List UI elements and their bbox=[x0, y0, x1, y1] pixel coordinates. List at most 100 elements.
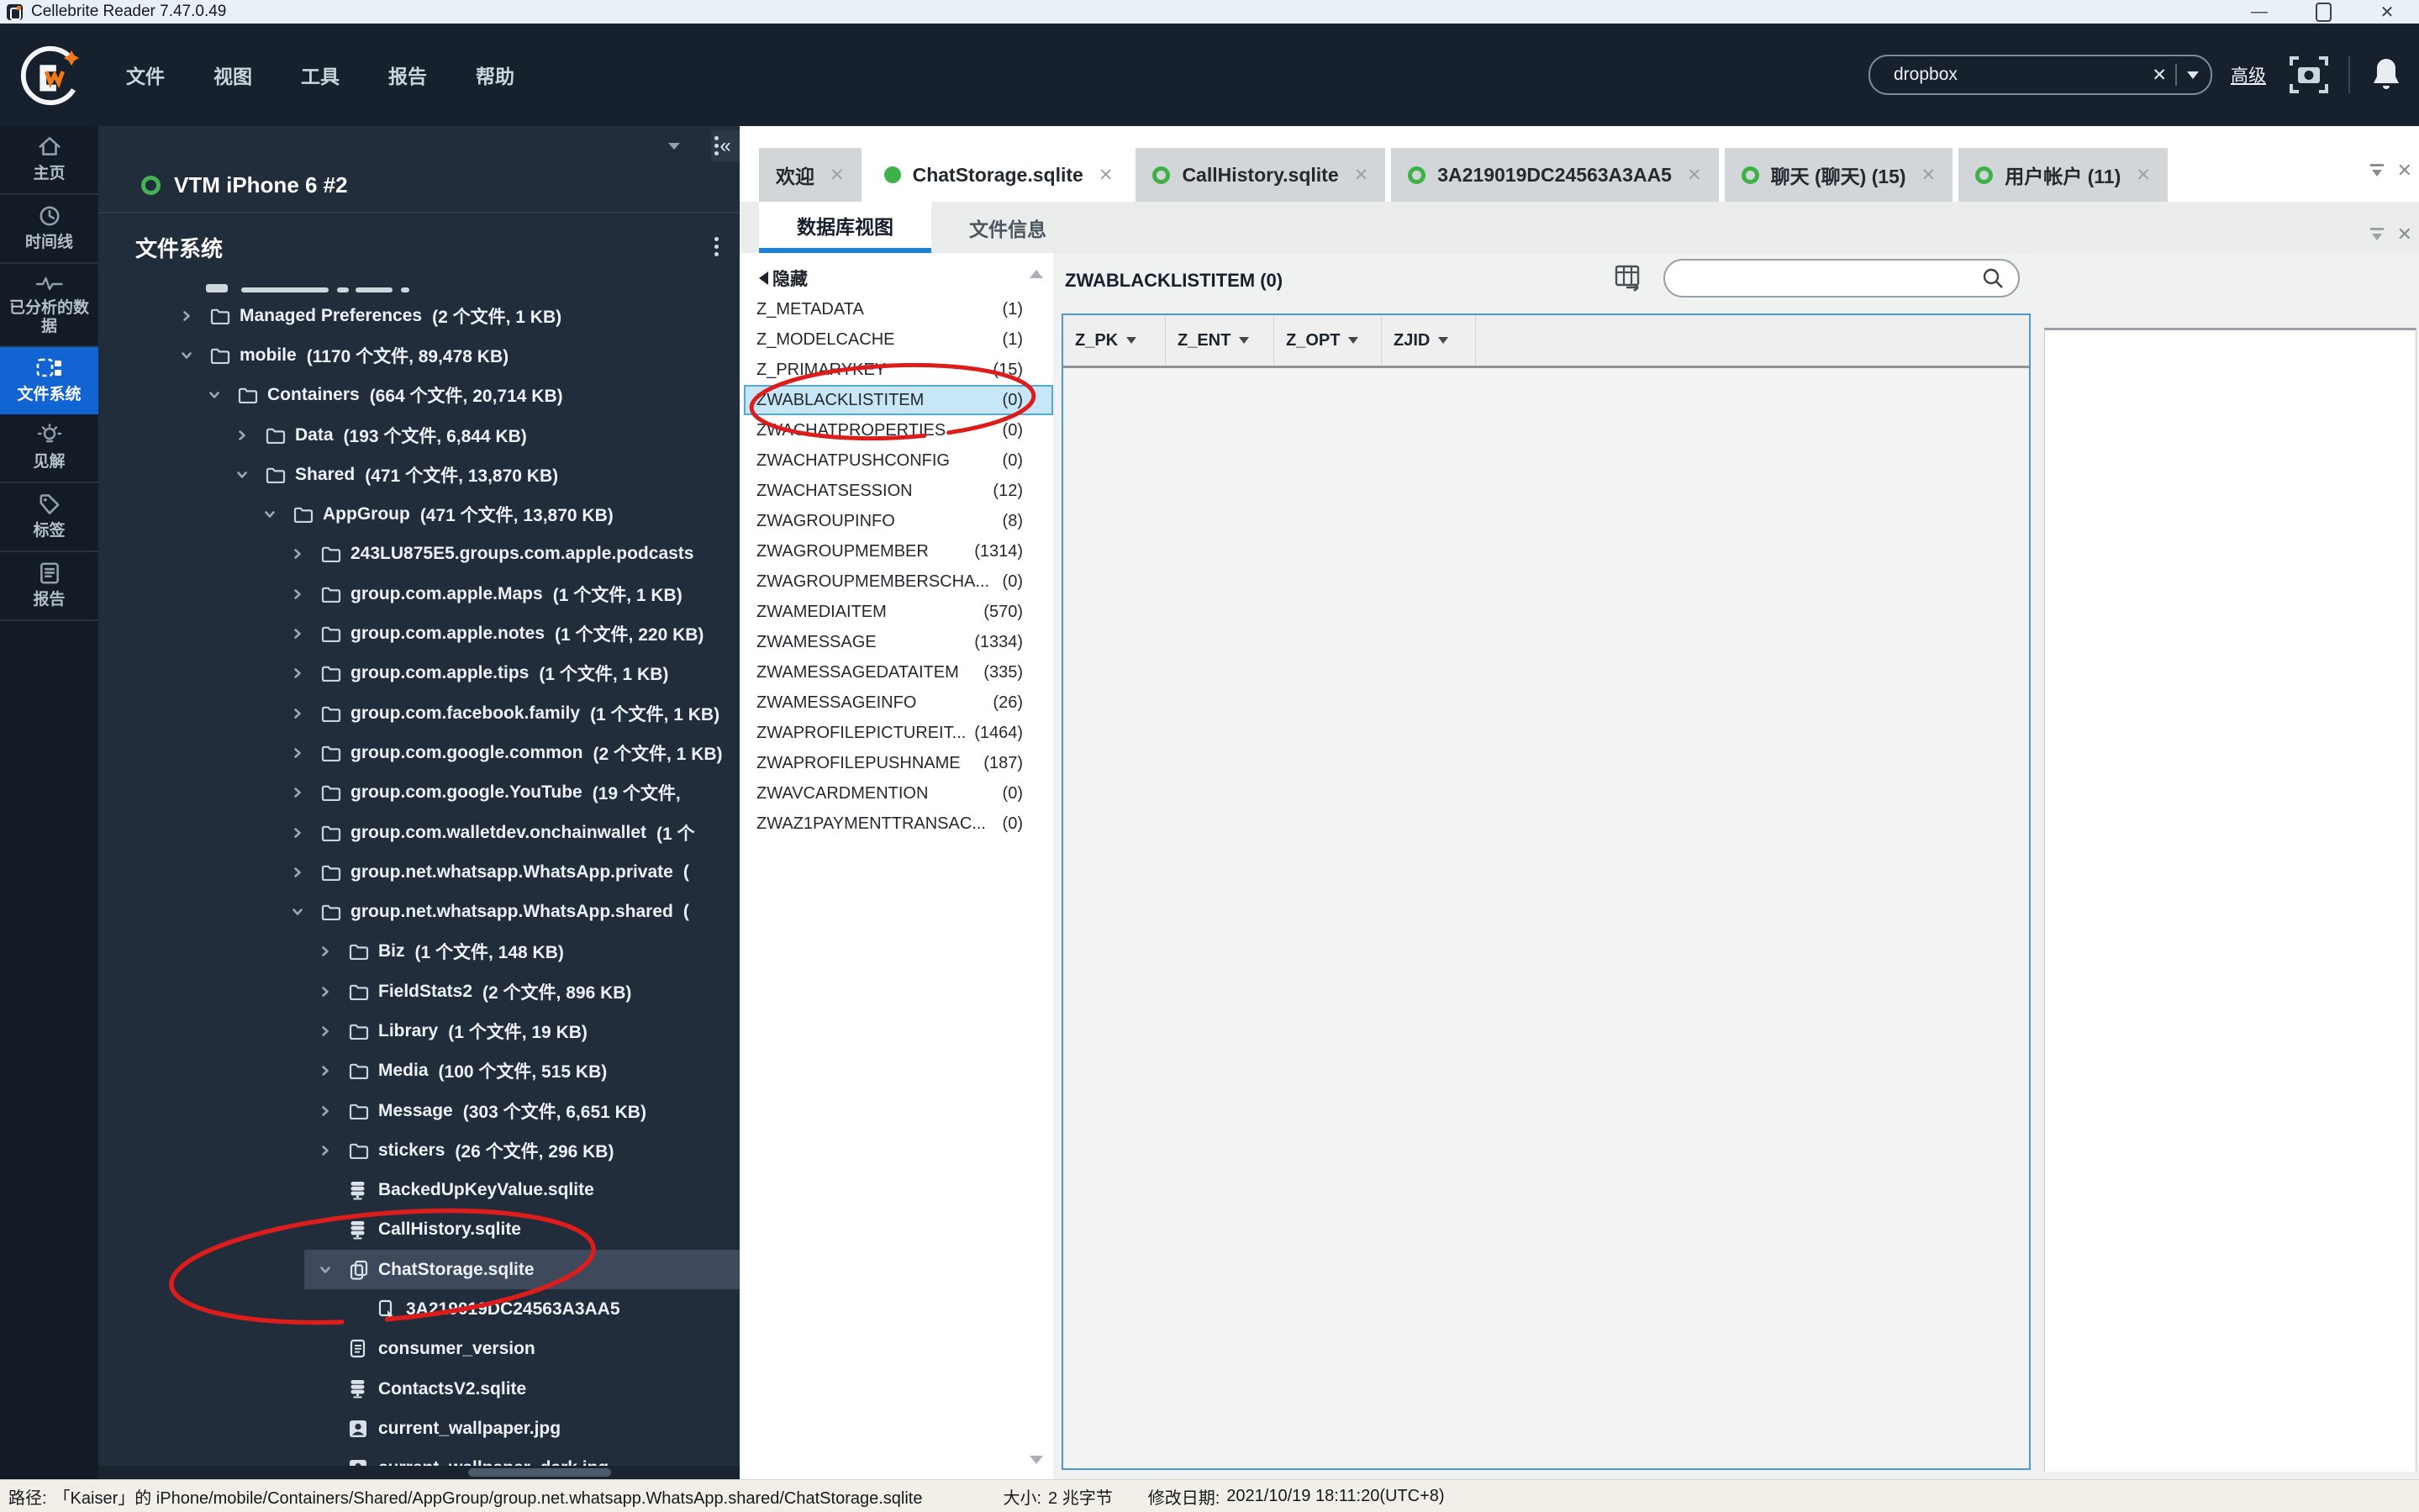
table-list-item[interactable]: ZWACHATSESSION (12) bbox=[744, 476, 1053, 506]
scroll-up-icon[interactable] bbox=[1030, 270, 1043, 278]
sidebar-item-analyzed-data[interactable]: 已分析的数据 bbox=[0, 264, 98, 348]
chevron-right-icon[interactable] bbox=[292, 628, 321, 640]
chevron-right-icon[interactable] bbox=[319, 1025, 349, 1037]
table-list-item[interactable]: Z_METADATA (1) bbox=[744, 294, 1053, 324]
tree-row[interactable]: group.net.whatsapp.WhatsApp.shared ( bbox=[98, 892, 740, 931]
close-icon[interactable]: ✕ bbox=[1099, 165, 1114, 186]
table-list-item[interactable]: ZWABLACKLISTITEM (0) bbox=[744, 385, 1053, 415]
tree-row[interactable]: ChatStorage.sqlite bbox=[98, 1250, 740, 1290]
table-list-item[interactable]: ZWAPROFILEPUSHNAME (187) bbox=[744, 748, 1053, 778]
table-list-item[interactable]: ZWAGROUPINFO (8) bbox=[744, 506, 1053, 536]
table-list-item[interactable]: ZWAMESSAGE (1334) bbox=[744, 627, 1053, 657]
chevron-right-icon[interactable] bbox=[319, 1145, 349, 1156]
tree-row[interactable]: group.com.facebook.family (1 个文件, 1 KB) bbox=[98, 693, 740, 733]
menu-item-2[interactable]: 工具 bbox=[301, 61, 340, 89]
tree-row[interactable]: BackedUpKeyValue.sqlite bbox=[98, 1171, 740, 1210]
chevron-right-icon[interactable] bbox=[319, 946, 349, 957]
table-list-item[interactable]: Z_PRIMARYKEY (15) bbox=[744, 355, 1053, 385]
table-list-item[interactable]: ZWAVCARDMENTION (0) bbox=[744, 778, 1053, 809]
sidebar-item-tags[interactable]: 标签 bbox=[0, 483, 98, 552]
table-list-item[interactable]: ZWACHATPROPERTIES (0) bbox=[744, 415, 1053, 445]
tree-row[interactable]: group.com.google.common (2 个文件, 1 KB) bbox=[98, 733, 740, 772]
table-search-input[interactable] bbox=[1684, 267, 1981, 289]
notifications-bell-icon[interactable] bbox=[2369, 55, 2404, 94]
chevron-right-icon[interactable] bbox=[292, 708, 321, 719]
menu-item-1[interactable]: 视图 bbox=[213, 61, 252, 89]
column-header-zjid[interactable]: ZJID bbox=[1382, 315, 1476, 366]
close-icon[interactable]: ✕ bbox=[2136, 165, 2151, 186]
table-list-item[interactable]: ZWAMESSAGEDATAITEM (335) bbox=[744, 657, 1053, 688]
search-clear-icon[interactable]: ✕ bbox=[2143, 65, 2175, 86]
close-icon[interactable]: ✕ bbox=[1354, 165, 1369, 186]
column-filter-icon[interactable] bbox=[1126, 337, 1137, 344]
tree-row[interactable]: FieldStats2 (2 个文件, 896 KB) bbox=[98, 972, 740, 1011]
tab-list-icon[interactable] bbox=[2369, 163, 2385, 178]
restore-button[interactable] bbox=[2291, 0, 2355, 24]
sidebar-item-file-system[interactable]: 文件系统 bbox=[0, 347, 98, 415]
tree-row[interactable]: group.com.apple.notes (1 个文件, 220 KB) bbox=[98, 614, 740, 653]
advanced-search-link[interactable]: 高级 bbox=[2231, 62, 2266, 87]
column-filter-icon[interactable] bbox=[1348, 337, 1359, 344]
tree-row[interactable]: 3A219019DC24563A3AA5 bbox=[98, 1289, 740, 1329]
chevron-right-icon[interactable] bbox=[292, 827, 321, 839]
device-menu-icon[interactable] bbox=[714, 136, 719, 155]
tree-row[interactable]: Managed Preferences (2 个文件, 1 KB) bbox=[98, 296, 740, 335]
table-columns-icon[interactable] bbox=[1615, 265, 1643, 292]
column-header-z_pk[interactable]: Z_PK bbox=[1063, 315, 1166, 366]
global-search-box[interactable]: ✕ bbox=[1868, 55, 2212, 95]
chevron-right-icon[interactable] bbox=[292, 667, 321, 679]
table-search-box[interactable] bbox=[1663, 259, 2020, 298]
view-list-icon[interactable] bbox=[2369, 227, 2385, 242]
tab-4[interactable]: 聊天 (聊天) (15) ✕ bbox=[1724, 148, 1953, 202]
screenshot-camera-icon[interactable] bbox=[2288, 54, 2330, 96]
close-button[interactable]: ✕ bbox=[2355, 0, 2419, 24]
chevron-right-icon[interactable] bbox=[292, 787, 321, 798]
chevron-down-icon[interactable] bbox=[236, 469, 266, 481]
table-list-item[interactable]: ZWAGROUPMEMBERSCHA... (0) bbox=[744, 566, 1053, 597]
table-list-item[interactable]: ZWAGROUPMEMBER (1314) bbox=[744, 536, 1053, 566]
tree-row[interactable]: Biz (1 个文件, 148 KB) bbox=[98, 932, 740, 972]
close-view-icon[interactable]: ✕ bbox=[2397, 224, 2412, 245]
chevron-right-icon[interactable] bbox=[319, 986, 349, 998]
close-tab-icon[interactable]: ✕ bbox=[2397, 160, 2412, 182]
tree-row[interactable]: Data (193 个文件, 6,844 KB) bbox=[98, 415, 740, 455]
table-list-item[interactable]: ZWACHATPUSHCONFIG (0) bbox=[744, 445, 1053, 476]
table-list-item[interactable]: ZWAZ1PAYMENTTRANSAC... (0) bbox=[744, 809, 1053, 839]
close-icon[interactable]: ✕ bbox=[1921, 165, 1937, 186]
tab-1[interactable]: ChatStorage.sqlite ✕ bbox=[867, 148, 1130, 202]
tree-row[interactable]: group.com.apple.tips (1 个文件, 1 KB) bbox=[98, 654, 740, 693]
tab-2[interactable]: CallHistory.sqlite ✕ bbox=[1136, 148, 1386, 202]
table-list-item[interactable]: ZWAMEDIAITEM (570) bbox=[744, 597, 1053, 627]
tree-row[interactable]: consumer_version bbox=[98, 1330, 740, 1369]
tree-row[interactable]: current_wallpaper.jpg bbox=[98, 1409, 740, 1448]
subtab-1[interactable]: 文件信息 bbox=[931, 202, 1084, 253]
table-list-item[interactable]: ZWAMESSAGEINFO (26) bbox=[744, 688, 1053, 718]
tab-0[interactable]: 欢迎 ✕ bbox=[759, 148, 862, 202]
filesystem-menu-icon[interactable] bbox=[714, 237, 719, 256]
tree-row[interactable]: CallHistory.sqlite bbox=[98, 1210, 740, 1250]
table-list-item[interactable]: Z_MODELCACHE (1) bbox=[744, 324, 1053, 355]
chevron-down-icon[interactable] bbox=[292, 906, 321, 918]
tree-row[interactable]: Containers (664 个文件, 20,714 KB) bbox=[98, 376, 740, 415]
chevron-right-icon[interactable] bbox=[292, 867, 321, 878]
search-input[interactable] bbox=[1892, 64, 2144, 86]
column-filter-icon[interactable] bbox=[1239, 337, 1250, 344]
chevron-right-icon[interactable] bbox=[319, 1065, 349, 1077]
chevron-right-icon[interactable] bbox=[292, 588, 321, 600]
tree-row[interactable]: mobile (1170 个文件, 89,478 KB) bbox=[98, 335, 740, 375]
column-header-z_opt[interactable]: Z_OPT bbox=[1274, 315, 1382, 366]
tab-5[interactable]: 用户帐户 (11) ✕ bbox=[1958, 148, 2168, 202]
chevron-down-icon[interactable] bbox=[181, 350, 210, 361]
chevron-right-icon[interactable] bbox=[292, 548, 321, 560]
chevron-right-icon[interactable] bbox=[319, 1105, 349, 1117]
search-dropdown-icon[interactable] bbox=[2187, 71, 2199, 79]
tree-row[interactable]: ContactsV2.sqlite bbox=[98, 1369, 740, 1409]
tree-row[interactable]: 243LU875E5.groups.com.apple.podcasts bbox=[98, 535, 740, 574]
device-dropdown-icon[interactable] bbox=[668, 143, 680, 150]
chevron-down-icon[interactable] bbox=[319, 1264, 349, 1276]
chevron-right-icon[interactable] bbox=[236, 429, 266, 441]
scrollbar-thumb[interactable] bbox=[468, 1468, 611, 1477]
tree-horizontal-scrollbar[interactable] bbox=[98, 1466, 740, 1479]
chevron-down-icon[interactable] bbox=[208, 389, 238, 401]
sidebar-item-home[interactable]: 主页 bbox=[0, 126, 98, 195]
